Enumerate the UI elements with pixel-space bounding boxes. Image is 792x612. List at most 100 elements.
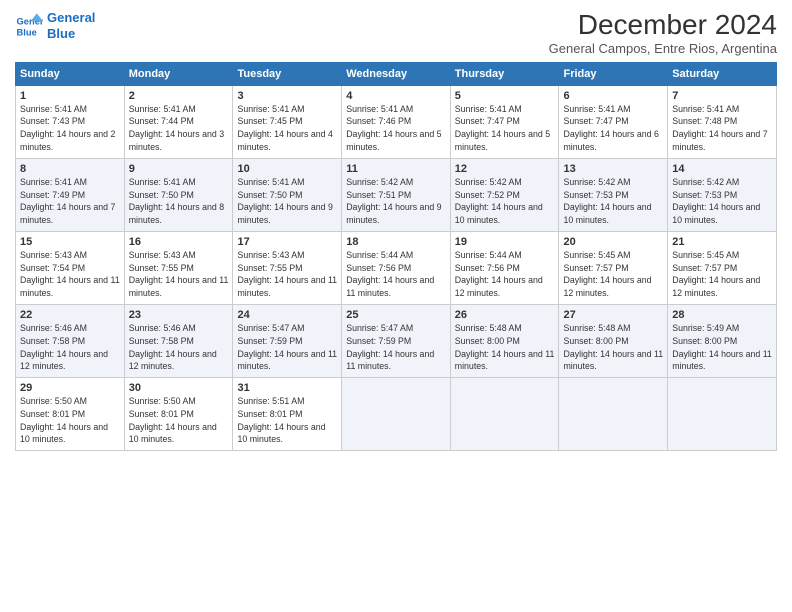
day-number: 18 bbox=[346, 235, 446, 250]
col-header-friday: Friday bbox=[559, 62, 668, 85]
day-number: 24 bbox=[237, 308, 337, 323]
calendar-cell: 11Sunrise: 5:42 AMSunset: 7:51 PMDayligh… bbox=[342, 158, 451, 231]
calendar-cell: 4Sunrise: 5:41 AMSunset: 7:46 PMDaylight… bbox=[342, 85, 451, 158]
calendar-cell: 29Sunrise: 5:50 AMSunset: 8:01 PMDayligh… bbox=[16, 378, 125, 451]
calendar-cell: 20Sunrise: 5:45 AMSunset: 7:57 PMDayligh… bbox=[559, 231, 668, 304]
calendar-cell: 25Sunrise: 5:47 AMSunset: 7:59 PMDayligh… bbox=[342, 305, 451, 378]
week-row-2: 8Sunrise: 5:41 AMSunset: 7:49 PMDaylight… bbox=[16, 158, 777, 231]
logo: General Blue General Blue bbox=[15, 10, 95, 41]
calendar-cell: 21Sunrise: 5:45 AMSunset: 7:57 PMDayligh… bbox=[668, 231, 777, 304]
calendar-cell: 8Sunrise: 5:41 AMSunset: 7:49 PMDaylight… bbox=[16, 158, 125, 231]
calendar-cell bbox=[668, 378, 777, 451]
cell-info: Sunrise: 5:42 AMSunset: 7:53 PMDaylight:… bbox=[563, 177, 651, 225]
header: General Blue General Blue December 2024 … bbox=[15, 10, 777, 56]
logo-icon: General Blue bbox=[15, 12, 43, 40]
cell-info: Sunrise: 5:42 AMSunset: 7:51 PMDaylight:… bbox=[346, 177, 441, 225]
cell-info: Sunrise: 5:47 AMSunset: 7:59 PMDaylight:… bbox=[237, 323, 337, 371]
calendar-cell: 19Sunrise: 5:44 AMSunset: 7:56 PMDayligh… bbox=[450, 231, 559, 304]
day-number: 12 bbox=[455, 162, 555, 177]
calendar-cell: 17Sunrise: 5:43 AMSunset: 7:55 PMDayligh… bbox=[233, 231, 342, 304]
cell-info: Sunrise: 5:41 AMSunset: 7:50 PMDaylight:… bbox=[129, 177, 224, 225]
calendar-cell bbox=[450, 378, 559, 451]
week-row-5: 29Sunrise: 5:50 AMSunset: 8:01 PMDayligh… bbox=[16, 378, 777, 451]
day-number: 17 bbox=[237, 235, 337, 250]
col-header-sunday: Sunday bbox=[16, 62, 125, 85]
cell-info: Sunrise: 5:43 AMSunset: 7:55 PMDaylight:… bbox=[237, 250, 337, 298]
day-number: 19 bbox=[455, 235, 555, 250]
calendar-cell: 10Sunrise: 5:41 AMSunset: 7:50 PMDayligh… bbox=[233, 158, 342, 231]
day-number: 8 bbox=[20, 162, 120, 177]
day-number: 10 bbox=[237, 162, 337, 177]
day-number: 31 bbox=[237, 381, 337, 396]
cell-info: Sunrise: 5:41 AMSunset: 7:49 PMDaylight:… bbox=[20, 177, 115, 225]
col-header-tuesday: Tuesday bbox=[233, 62, 342, 85]
day-number: 1 bbox=[20, 89, 120, 104]
cell-info: Sunrise: 5:43 AMSunset: 7:55 PMDaylight:… bbox=[129, 250, 229, 298]
calendar-cell: 12Sunrise: 5:42 AMSunset: 7:52 PMDayligh… bbox=[450, 158, 559, 231]
day-number: 30 bbox=[129, 381, 229, 396]
calendar-cell: 5Sunrise: 5:41 AMSunset: 7:47 PMDaylight… bbox=[450, 85, 559, 158]
calendar-cell: 26Sunrise: 5:48 AMSunset: 8:00 PMDayligh… bbox=[450, 305, 559, 378]
calendar-cell: 13Sunrise: 5:42 AMSunset: 7:53 PMDayligh… bbox=[559, 158, 668, 231]
day-number: 13 bbox=[563, 162, 663, 177]
cell-info: Sunrise: 5:43 AMSunset: 7:54 PMDaylight:… bbox=[20, 250, 120, 298]
cell-info: Sunrise: 5:46 AMSunset: 7:58 PMDaylight:… bbox=[20, 323, 108, 371]
day-number: 22 bbox=[20, 308, 120, 323]
day-number: 5 bbox=[455, 89, 555, 104]
calendar-table: SundayMondayTuesdayWednesdayThursdayFrid… bbox=[15, 62, 777, 451]
cell-info: Sunrise: 5:46 AMSunset: 7:58 PMDaylight:… bbox=[129, 323, 217, 371]
title-block: December 2024 General Campos, Entre Rios… bbox=[549, 10, 777, 56]
calendar-cell: 1Sunrise: 5:41 AMSunset: 7:43 PMDaylight… bbox=[16, 85, 125, 158]
calendar-cell: 22Sunrise: 5:46 AMSunset: 7:58 PMDayligh… bbox=[16, 305, 125, 378]
calendar-cell: 16Sunrise: 5:43 AMSunset: 7:55 PMDayligh… bbox=[124, 231, 233, 304]
calendar-cell bbox=[342, 378, 451, 451]
cell-info: Sunrise: 5:45 AMSunset: 7:57 PMDaylight:… bbox=[672, 250, 760, 298]
day-number: 3 bbox=[237, 89, 337, 104]
cell-info: Sunrise: 5:41 AMSunset: 7:45 PMDaylight:… bbox=[237, 104, 332, 152]
cell-info: Sunrise: 5:50 AMSunset: 8:01 PMDaylight:… bbox=[129, 396, 217, 444]
day-number: 2 bbox=[129, 89, 229, 104]
cell-info: Sunrise: 5:45 AMSunset: 7:57 PMDaylight:… bbox=[563, 250, 651, 298]
calendar-cell: 18Sunrise: 5:44 AMSunset: 7:56 PMDayligh… bbox=[342, 231, 451, 304]
calendar-cell: 24Sunrise: 5:47 AMSunset: 7:59 PMDayligh… bbox=[233, 305, 342, 378]
table-header-row: SundayMondayTuesdayWednesdayThursdayFrid… bbox=[16, 62, 777, 85]
week-row-1: 1Sunrise: 5:41 AMSunset: 7:43 PMDaylight… bbox=[16, 85, 777, 158]
day-number: 27 bbox=[563, 308, 663, 323]
cell-info: Sunrise: 5:50 AMSunset: 8:01 PMDaylight:… bbox=[20, 396, 108, 444]
day-number: 15 bbox=[20, 235, 120, 250]
cell-info: Sunrise: 5:48 AMSunset: 8:00 PMDaylight:… bbox=[455, 323, 555, 371]
day-number: 29 bbox=[20, 381, 120, 396]
day-number: 25 bbox=[346, 308, 446, 323]
week-row-4: 22Sunrise: 5:46 AMSunset: 7:58 PMDayligh… bbox=[16, 305, 777, 378]
week-row-3: 15Sunrise: 5:43 AMSunset: 7:54 PMDayligh… bbox=[16, 231, 777, 304]
col-header-monday: Monday bbox=[124, 62, 233, 85]
day-number: 11 bbox=[346, 162, 446, 177]
cell-info: Sunrise: 5:47 AMSunset: 7:59 PMDaylight:… bbox=[346, 323, 434, 371]
page-subtitle: General Campos, Entre Rios, Argentina bbox=[549, 41, 777, 56]
day-number: 9 bbox=[129, 162, 229, 177]
calendar-cell: 15Sunrise: 5:43 AMSunset: 7:54 PMDayligh… bbox=[16, 231, 125, 304]
calendar-cell: 30Sunrise: 5:50 AMSunset: 8:01 PMDayligh… bbox=[124, 378, 233, 451]
day-number: 14 bbox=[672, 162, 772, 177]
calendar-cell: 27Sunrise: 5:48 AMSunset: 8:00 PMDayligh… bbox=[559, 305, 668, 378]
cell-info: Sunrise: 5:42 AMSunset: 7:53 PMDaylight:… bbox=[672, 177, 760, 225]
cell-info: Sunrise: 5:49 AMSunset: 8:00 PMDaylight:… bbox=[672, 323, 772, 371]
col-header-thursday: Thursday bbox=[450, 62, 559, 85]
day-number: 6 bbox=[563, 89, 663, 104]
col-header-saturday: Saturday bbox=[668, 62, 777, 85]
cell-info: Sunrise: 5:48 AMSunset: 8:00 PMDaylight:… bbox=[563, 323, 663, 371]
day-number: 16 bbox=[129, 235, 229, 250]
calendar-cell bbox=[559, 378, 668, 451]
col-header-wednesday: Wednesday bbox=[342, 62, 451, 85]
calendar-cell: 7Sunrise: 5:41 AMSunset: 7:48 PMDaylight… bbox=[668, 85, 777, 158]
cell-info: Sunrise: 5:41 AMSunset: 7:47 PMDaylight:… bbox=[563, 104, 658, 152]
calendar-cell: 14Sunrise: 5:42 AMSunset: 7:53 PMDayligh… bbox=[668, 158, 777, 231]
day-number: 21 bbox=[672, 235, 772, 250]
day-number: 4 bbox=[346, 89, 446, 104]
cell-info: Sunrise: 5:41 AMSunset: 7:44 PMDaylight:… bbox=[129, 104, 224, 152]
calendar-cell: 3Sunrise: 5:41 AMSunset: 7:45 PMDaylight… bbox=[233, 85, 342, 158]
day-number: 28 bbox=[672, 308, 772, 323]
calendar-page: General Blue General Blue December 2024 … bbox=[0, 0, 792, 612]
calendar-cell: 31Sunrise: 5:51 AMSunset: 8:01 PMDayligh… bbox=[233, 378, 342, 451]
logo-line1: General bbox=[47, 10, 95, 26]
